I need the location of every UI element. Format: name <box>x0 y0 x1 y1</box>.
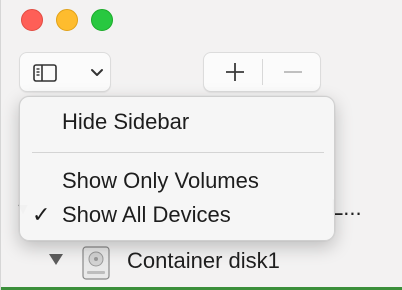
disk-icon <box>82 246 110 280</box>
minimize-button[interactable] <box>56 9 78 31</box>
menu-item-label: Hide Sidebar <box>62 109 190 134</box>
menu-item-show-only-volumes[interactable]: Show Only Volumes <box>20 166 336 196</box>
close-button[interactable] <box>21 9 43 31</box>
remove-volume-button[interactable] <box>282 61 304 83</box>
sidebar-icon <box>33 64 57 82</box>
menu-item-show-all-devices[interactable]: ✓ Show All Devices <box>20 200 336 230</box>
disclosure-triangle-icon[interactable] <box>49 254 63 265</box>
add-volume-button[interactable] <box>224 61 246 83</box>
zoom-button[interactable] <box>91 9 113 31</box>
chevron-down-icon <box>91 69 103 76</box>
sidebar-container-row[interactable]: Container disk1 <box>41 244 401 280</box>
menu-separator <box>32 152 324 153</box>
menu-item-label: Show All Devices <box>62 202 231 227</box>
add-remove-control <box>203 52 321 92</box>
menu-item-hide-sidebar[interactable]: Hide Sidebar <box>20 107 336 137</box>
disk-utility-window: ▼ L... Container disk1 Hide Sidebar Show… <box>0 0 402 290</box>
sidebar-view-button[interactable] <box>19 52 111 92</box>
container-label: Container disk1 <box>127 248 280 273</box>
sidebar-options-menu: Hide Sidebar Show Only Volumes ✓ Show Al… <box>19 96 335 241</box>
checkmark-icon: ✓ <box>32 202 51 227</box>
window-controls <box>21 9 113 31</box>
divider <box>262 59 263 85</box>
menu-item-label: Show Only Volumes <box>62 168 259 193</box>
